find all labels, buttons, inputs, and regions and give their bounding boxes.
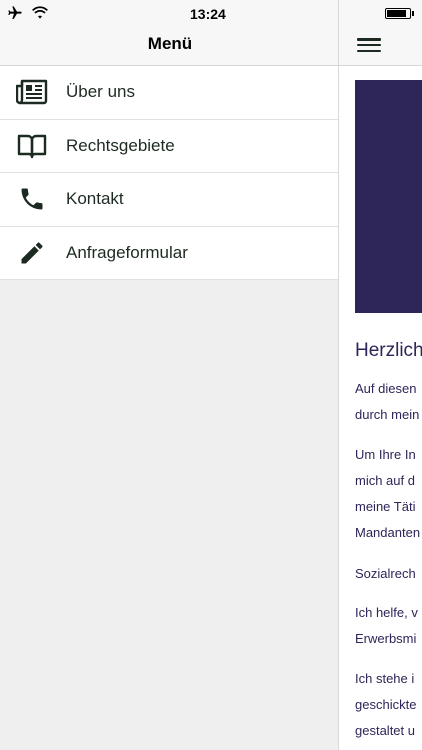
paragraph-4: Ich helfe, v Erwerbsmi (355, 605, 418, 646)
status-time: 13:24 (190, 6, 226, 22)
drawer-nav-bar: Menü (0, 28, 340, 66)
content-nav-bar (339, 28, 422, 66)
menu-item-anfrageformular[interactable]: Anfrageformular (0, 227, 340, 280)
menu-item-kontakt[interactable]: Kontakt (0, 173, 340, 227)
content-status-bar (339, 0, 422, 28)
phone-icon (16, 183, 48, 215)
drawer-menu: Über uns Rechtsgebiete Kontakt Anfragefo… (0, 66, 340, 280)
menu-item-label: Kontakt (66, 189, 124, 209)
paragraph-3: Sozialrech (355, 566, 416, 581)
hero-banner (355, 80, 422, 313)
status-bar: 13:24 (0, 0, 340, 28)
welcome-heading: Herzlich (355, 340, 422, 361)
pencil-icon (16, 237, 48, 269)
battery-icon (385, 8, 414, 19)
newspaper-icon (16, 76, 48, 108)
battery-level (387, 10, 406, 17)
book-icon (16, 130, 48, 162)
airplane-mode-icon (6, 5, 24, 26)
menu-item-label: Rechtsgebiete (66, 135, 175, 155)
menu-item-label: Anfrageformular (66, 242, 188, 262)
paragraph-5: Ich stehe i geschickte gestaltet u (355, 671, 417, 738)
drawer-title: Menü (147, 34, 193, 53)
side-drawer: 13:24 Menü Über uns Rechtsgebiete Kontak… (0, 0, 340, 750)
wifi-icon (32, 6, 48, 25)
hamburger-menu-icon[interactable] (357, 36, 381, 54)
menu-item-ueber-uns[interactable]: Über uns (0, 66, 340, 120)
paragraph-1: Auf diesen durch mein (355, 381, 420, 422)
paragraph-2: Um Ihre In mich auf d meine Täti Mandant… (355, 447, 421, 540)
menu-item-label: Über uns (66, 82, 135, 102)
menu-item-rechtsgebiete[interactable]: Rechtsgebiete (0, 120, 340, 173)
main-content-panel[interactable]: Herzlich Auf diesen durch mein Um Ihre I… (338, 0, 422, 750)
